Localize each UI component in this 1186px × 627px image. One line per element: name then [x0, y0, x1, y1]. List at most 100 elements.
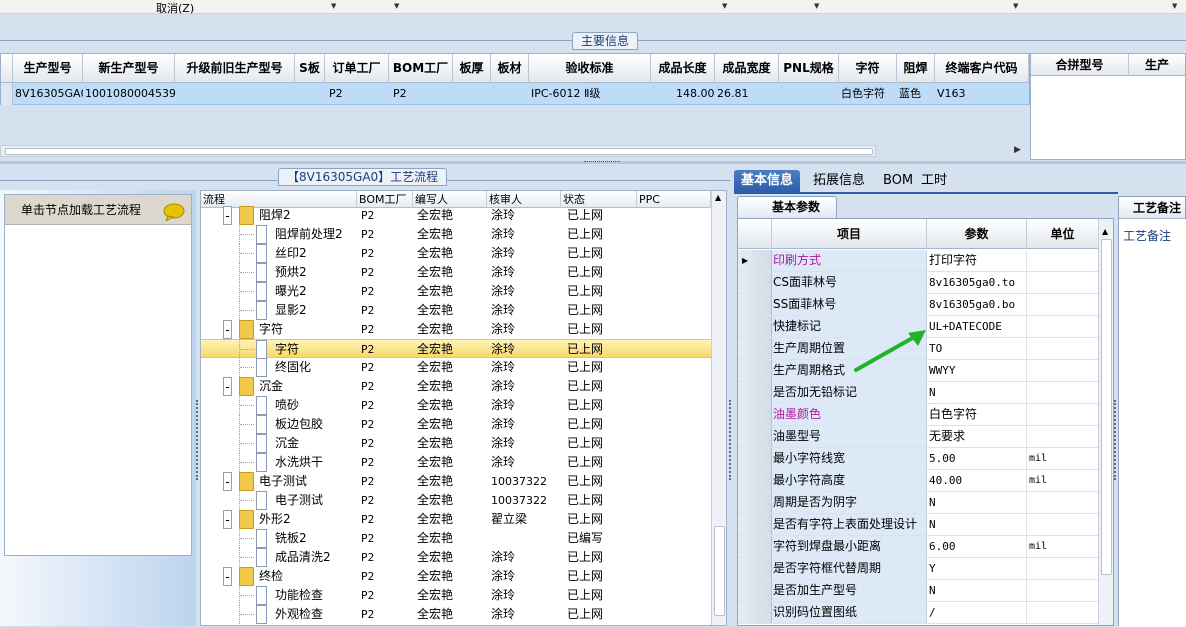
vertical-scrollbar[interactable]: ▲	[1098, 219, 1113, 625]
collapse-icon[interactable]: -	[223, 320, 232, 339]
row-selector[interactable]	[738, 470, 772, 491]
tree-row[interactable]: 预烘2 P2 全宏艳 涂玲 已上网	[201, 263, 711, 282]
property-value[interactable]: N	[927, 514, 1027, 535]
property-value[interactable]: 白色字符	[927, 404, 1027, 425]
col-header[interactable]: S板	[295, 54, 325, 83]
property-row[interactable]: 是否有字符上表面处理设计 N	[738, 514, 1098, 536]
row-selector[interactable]	[738, 272, 772, 293]
scroll-right-icon[interactable]: ▶	[1014, 145, 1021, 155]
row-selector[interactable]: ▶	[738, 250, 772, 271]
property-row[interactable]: 油墨颜色 白色字符	[738, 404, 1098, 426]
row-selector[interactable]	[738, 426, 772, 447]
scrollbar-thumb[interactable]	[1101, 239, 1112, 575]
col-header[interactable]: 参数	[927, 219, 1027, 249]
tree-row[interactable]: 终固化 P2 全宏艳 涂玲 已上网	[201, 358, 711, 377]
tab-work-hours[interactable]: 工时	[914, 170, 954, 192]
tree-row[interactable]: 板边包胶 P2 全宏艳 涂玲 已上网	[201, 415, 711, 434]
property-value[interactable]: 无要求	[927, 426, 1027, 447]
col-header[interactable]: 成品长度	[651, 54, 715, 83]
property-value[interactable]: N	[927, 492, 1027, 513]
tree-row[interactable]: 丝印2 P2 全宏艳 涂玲 已上网	[201, 244, 711, 263]
property-row[interactable]: 是否加生产型号 N	[738, 580, 1098, 602]
tree-row[interactable]: - 终检 P2 全宏艳 涂玲 已上网	[201, 567, 711, 586]
property-value[interactable]: 6.00	[927, 536, 1027, 557]
table-row[interactable]: 8V16305GA0 10010800045398 P2 P2 IPC-6012…	[13, 83, 1029, 105]
property-row[interactable]: 识别码位置图纸 /	[738, 602, 1098, 624]
property-value[interactable]: 打印字符	[927, 250, 1027, 271]
col-header[interactable]: 终端客户代码	[935, 54, 1029, 83]
tree-row[interactable]: - 外形2 P2 全宏艳 翟立梁 已上网	[201, 510, 711, 529]
property-row[interactable]: 油墨型号 无要求	[738, 426, 1098, 448]
tree-row[interactable]: 铣板2 P2 全宏艳 已编写	[201, 529, 711, 548]
property-row[interactable]: 最小字符高度 40.00 mil	[738, 470, 1098, 492]
collapse-icon[interactable]: -	[223, 510, 232, 529]
row-selector[interactable]	[738, 558, 772, 579]
row-selector[interactable]	[738, 492, 772, 513]
property-row[interactable]: ▶ 印刷方式 打印字符	[738, 250, 1098, 272]
property-row[interactable]: 周期是否为阴字 N	[738, 492, 1098, 514]
splitter-grip[interactable]	[1114, 400, 1118, 480]
tree-row[interactable]: 成品清洗2 P2 全宏艳 涂玲 已上网	[201, 548, 711, 567]
scroll-up-icon[interactable]: ▲	[1102, 227, 1108, 236]
row-selector[interactable]	[738, 382, 772, 403]
tree-row[interactable]: 喷砂 P2 全宏艳 涂玲 已上网	[201, 396, 711, 415]
col-header[interactable]: 板厚	[453, 54, 491, 83]
col-header[interactable]: 字符	[839, 54, 897, 83]
col-header[interactable]: 板材	[491, 54, 529, 83]
collapse-icon[interactable]: -	[223, 377, 232, 396]
tree-row[interactable]: 水洗烘干 P2 全宏艳 涂玲 已上网	[201, 453, 711, 472]
collapse-icon[interactable]: -	[223, 567, 232, 586]
property-value[interactable]: Y	[927, 558, 1027, 579]
chevron-down-icon[interactable]: ▼	[722, 2, 727, 10]
property-row[interactable]: 最小字符线宽 5.00 mil	[738, 448, 1098, 470]
collapse-icon[interactable]: -	[223, 472, 232, 491]
row-selector[interactable]	[738, 514, 772, 535]
col-header[interactable]: 新生产型号	[83, 54, 175, 83]
scrollbar-thumb[interactable]	[5, 148, 873, 155]
row-selector[interactable]	[738, 580, 772, 601]
property-row[interactable]: 是否加无铅标记 N	[738, 382, 1098, 404]
subtab-basic-params[interactable]: 基本参数	[737, 196, 837, 218]
row-selector[interactable]	[738, 360, 772, 381]
row-selector[interactable]	[738, 404, 772, 425]
property-row[interactable]: CS面菲林号 8v16305ga0.to	[738, 272, 1098, 294]
property-row[interactable]: 字符到焊盘最小距离 6.00 mil	[738, 536, 1098, 558]
tree-row[interactable]: 沉金 P2 全宏艳 涂玲 已上网	[201, 434, 711, 453]
tree-row[interactable]: 外观检查 P2 全宏艳 涂玲 已上网	[201, 605, 711, 624]
row-selector[interactable]	[738, 338, 772, 359]
tree-row[interactable]: 电子测试 P2 全宏艳 10037322 已上网	[201, 491, 711, 510]
row-selector[interactable]	[738, 448, 772, 469]
row-selector[interactable]	[1, 83, 13, 105]
tree-row[interactable]: 字符 P2 全宏艳 涂玲 已上网	[201, 339, 711, 359]
chevron-down-icon[interactable]: ▼	[331, 2, 336, 10]
comment-icon[interactable]	[163, 203, 185, 221]
col-header[interactable]: PNL规格	[779, 54, 839, 83]
col-header[interactable]: 合拼型号	[1031, 54, 1129, 76]
tree-row[interactable]: - 电子测试 P2 全宏艳 10037322 已上网	[201, 472, 711, 491]
col-header[interactable]: 成品宽度	[715, 54, 779, 83]
property-value[interactable]: 8v16305ga0.to	[927, 272, 1027, 293]
col-header[interactable]: 项目	[772, 219, 927, 249]
chevron-down-icon[interactable]: ▼	[1172, 2, 1177, 10]
tree-row[interactable]: - 字符 P2 全宏艳 涂玲 已上网	[201, 320, 711, 339]
tree-row[interactable]: - 沉金 P2 全宏艳 涂玲 已上网	[201, 377, 711, 396]
splitter-grip[interactable]	[584, 161, 620, 164]
vertical-scrollbar[interactable]: ▲	[711, 191, 726, 625]
row-selector[interactable]	[738, 602, 772, 623]
col-header[interactable]: 单位	[1027, 219, 1098, 249]
property-value[interactable]: N	[927, 580, 1027, 601]
property-value[interactable]: UL+DATECODE	[927, 316, 1027, 337]
property-value[interactable]: N	[927, 382, 1027, 403]
col-header[interactable]: BOM工厂	[389, 54, 453, 83]
property-value[interactable]: TO	[927, 338, 1027, 359]
col-header[interactable]: 验收标准	[529, 54, 651, 83]
remark-body[interactable]: 工艺备注	[1119, 219, 1186, 627]
col-header[interactable]: 生产型号	[13, 54, 83, 83]
cancel-button[interactable]: 取消(Z)	[156, 0, 194, 16]
property-value[interactable]: 8v16305ga0.bo	[927, 294, 1027, 315]
row-selector[interactable]	[738, 316, 772, 337]
property-value[interactable]: 5.00	[927, 448, 1027, 469]
property-row[interactable]: SS面菲林号 8v16305ga0.bo	[738, 294, 1098, 316]
tree-row[interactable]: 功能检查 P2 全宏艳 涂玲 已上网	[201, 586, 711, 605]
splitter-grip[interactable]	[729, 400, 733, 480]
